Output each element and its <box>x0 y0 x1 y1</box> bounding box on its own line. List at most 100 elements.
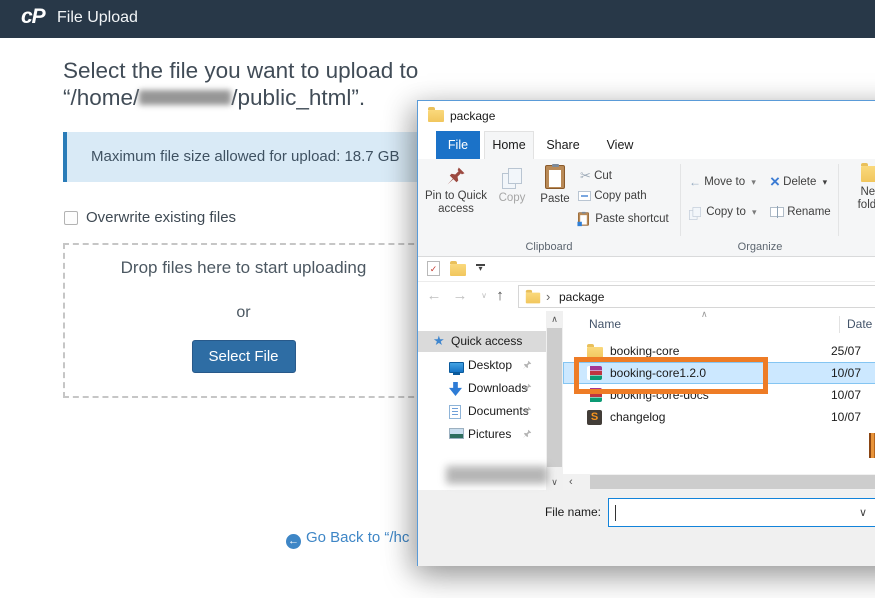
sidebar-item-desktop[interactable]: Desktop <box>418 355 546 376</box>
file-row[interactable]: changelog 10/07 <box>563 406 875 428</box>
text-caret <box>615 505 616 521</box>
ribbon-separator <box>838 164 839 236</box>
navigation-pane: ★ Quick access DesktopDownloadsDocuments… <box>418 311 546 474</box>
file-list: ∧ Name Date booking-core25/07booking-cor… <box>563 311 875 474</box>
scroll-down-icon[interactable]: ∨ <box>546 474 563 490</box>
pushpin-red-icon <box>424 166 488 186</box>
file-list-horizontal-scrollbar[interactable]: ‹ <box>563 474 875 490</box>
rename-button[interactable]: Rename <box>770 203 831 221</box>
file-date: 10/07 <box>831 406 861 428</box>
breadcrumb-chevron-icon: › <box>546 289 550 304</box>
copy-path-label: Copy path <box>594 190 646 202</box>
sidebar-item-downloads[interactable]: Downloads <box>418 378 546 399</box>
cut-button[interactable]: ✂ Cut <box>580 167 612 185</box>
go-back-link[interactable]: ←Go Back to “/hc <box>286 529 409 547</box>
rename-icon <box>770 207 784 217</box>
tab-file[interactable]: File <box>436 131 480 159</box>
sidebar-item-documents[interactable]: Documents <box>418 401 546 422</box>
pinned-pushpin-icon <box>522 406 532 416</box>
scroll-up-icon[interactable]: ∧ <box>546 314 563 325</box>
sidebar-item-label: Desktop <box>468 355 512 376</box>
sidebar-item-label: Pictures <box>468 424 511 445</box>
move-to-button[interactable]: ← Move to ▾ <box>689 173 756 191</box>
file-dropzone[interactable]: Drop files here to start uploading or Se… <box>63 243 424 398</box>
sort-ascending-icon: ∧ <box>701 309 708 320</box>
customize-toolbar-dropdown-icon[interactable] <box>476 262 485 272</box>
chevron-down-icon: ▾ <box>751 177 756 187</box>
file-explorer-window: package File HomeShare View Pin to Quick … <box>417 100 875 566</box>
paste-shortcut-icon <box>578 212 589 225</box>
copy-button[interactable]: Copy <box>492 168 532 205</box>
clipped-file-icon <box>869 433 875 458</box>
delete-button[interactable]: × Delete ▾ <box>770 173 827 191</box>
desktop-icon <box>449 362 464 373</box>
chevron-down-icon: ▾ <box>752 207 757 217</box>
folder-icon[interactable] <box>450 264 466 276</box>
explorer-titlebar[interactable]: package <box>418 101 875 131</box>
copy-to-button[interactable]: Copy to ▾ <box>689 203 757 221</box>
breadcrumb-current-folder[interactable]: package <box>559 290 604 304</box>
copy-to-icon <box>689 207 697 217</box>
file-name: changelog <box>610 406 665 428</box>
column-separator[interactable] <box>839 316 840 333</box>
tab-view[interactable]: View <box>598 131 642 159</box>
upload-path-suffix: /public_html”. <box>231 85 365 110</box>
overwrite-checkbox[interactable] <box>64 211 78 225</box>
paste-button[interactable]: Paste <box>534 165 576 206</box>
move-to-icon: ← <box>689 175 701 189</box>
scrollbar-thumb[interactable] <box>590 475 875 489</box>
column-header-date[interactable]: Date <box>847 317 872 331</box>
go-back-label: Go Back to “/hc <box>306 529 409 546</box>
chevron-down-icon: ▾ <box>823 177 828 187</box>
ribbon-separator <box>680 164 681 236</box>
back-arrow-icon[interactable]: ← <box>424 285 444 307</box>
rename-label: Rename <box>787 206 830 218</box>
paste-clipboard-icon <box>545 165 565 189</box>
dropzone-text: Drop files here to start uploading <box>65 258 422 278</box>
explorer-window-title: package <box>450 109 495 123</box>
explorer-menu-tabs: File HomeShare View <box>418 131 875 159</box>
downloads-icon <box>449 382 462 396</box>
select-file-button[interactable]: Select File <box>191 340 295 373</box>
file-date: 10/07 <box>831 362 861 384</box>
forward-arrow-icon[interactable]: → <box>450 285 470 307</box>
sidebar-scrollbar[interactable]: ∧ <box>546 311 563 474</box>
pinned-pushpin-icon <box>522 360 532 370</box>
new-folder-button[interactable]: New folder <box>846 166 875 212</box>
scroll-left-icon[interactable]: ‹ <box>569 475 573 489</box>
overwrite-label: Overwrite existing files <box>86 209 236 226</box>
address-bar[interactable]: › package <box>518 285 875 308</box>
file-dialog-bottom-panel: File name: ∨ <box>418 490 875 566</box>
file-date: 25/07 <box>831 340 861 362</box>
file-name-input[interactable]: ∨ <box>608 498 875 527</box>
tab-home[interactable]: Home <box>484 131 534 159</box>
copy-path-icon <box>578 191 591 201</box>
sidebar-item-quick-access[interactable]: ★ Quick access <box>418 331 546 352</box>
file-name-label: File name: <box>516 505 601 519</box>
redacted-sidebar-item <box>446 466 548 484</box>
sidebar-item-label: Documents <box>468 401 529 422</box>
combo-chevron-down-icon[interactable]: ∨ <box>859 506 867 519</box>
column-header-name[interactable]: Name <box>589 317 621 331</box>
up-arrow-icon[interactable]: ↑ <box>490 285 510 307</box>
new-folder-label: New folder <box>858 186 875 211</box>
pin-to-quick-access-button[interactable]: Pin to Quick access <box>424 166 488 216</box>
sidebar-item-pictures[interactable]: Pictures <box>418 424 546 445</box>
scrollbar-thumb[interactable] <box>547 328 562 467</box>
ribbon-group-clipboard: Clipboard <box>418 241 680 253</box>
cpanel-logo: cP <box>21 5 45 29</box>
quick-access-star-icon: ★ <box>433 334 445 347</box>
tab-share[interactable]: Share <box>540 131 586 159</box>
file-list-header: ∧ Name Date <box>563 311 875 338</box>
paste-shortcut-button[interactable]: Paste shortcut <box>578 207 669 225</box>
paste-shortcut-label: Paste shortcut <box>595 213 669 225</box>
folder-icon <box>526 293 540 304</box>
pinned-pushpin-icon <box>522 429 532 439</box>
copy-path-button[interactable]: Copy path <box>578 187 647 205</box>
properties-check-icon[interactable] <box>427 261 440 276</box>
folder-icon <box>428 110 444 122</box>
pinned-pushpin-icon <box>522 383 532 393</box>
pictures-icon <box>449 428 464 439</box>
cpanel-header: cP File Upload <box>0 0 875 38</box>
redacted-username <box>139 90 231 105</box>
